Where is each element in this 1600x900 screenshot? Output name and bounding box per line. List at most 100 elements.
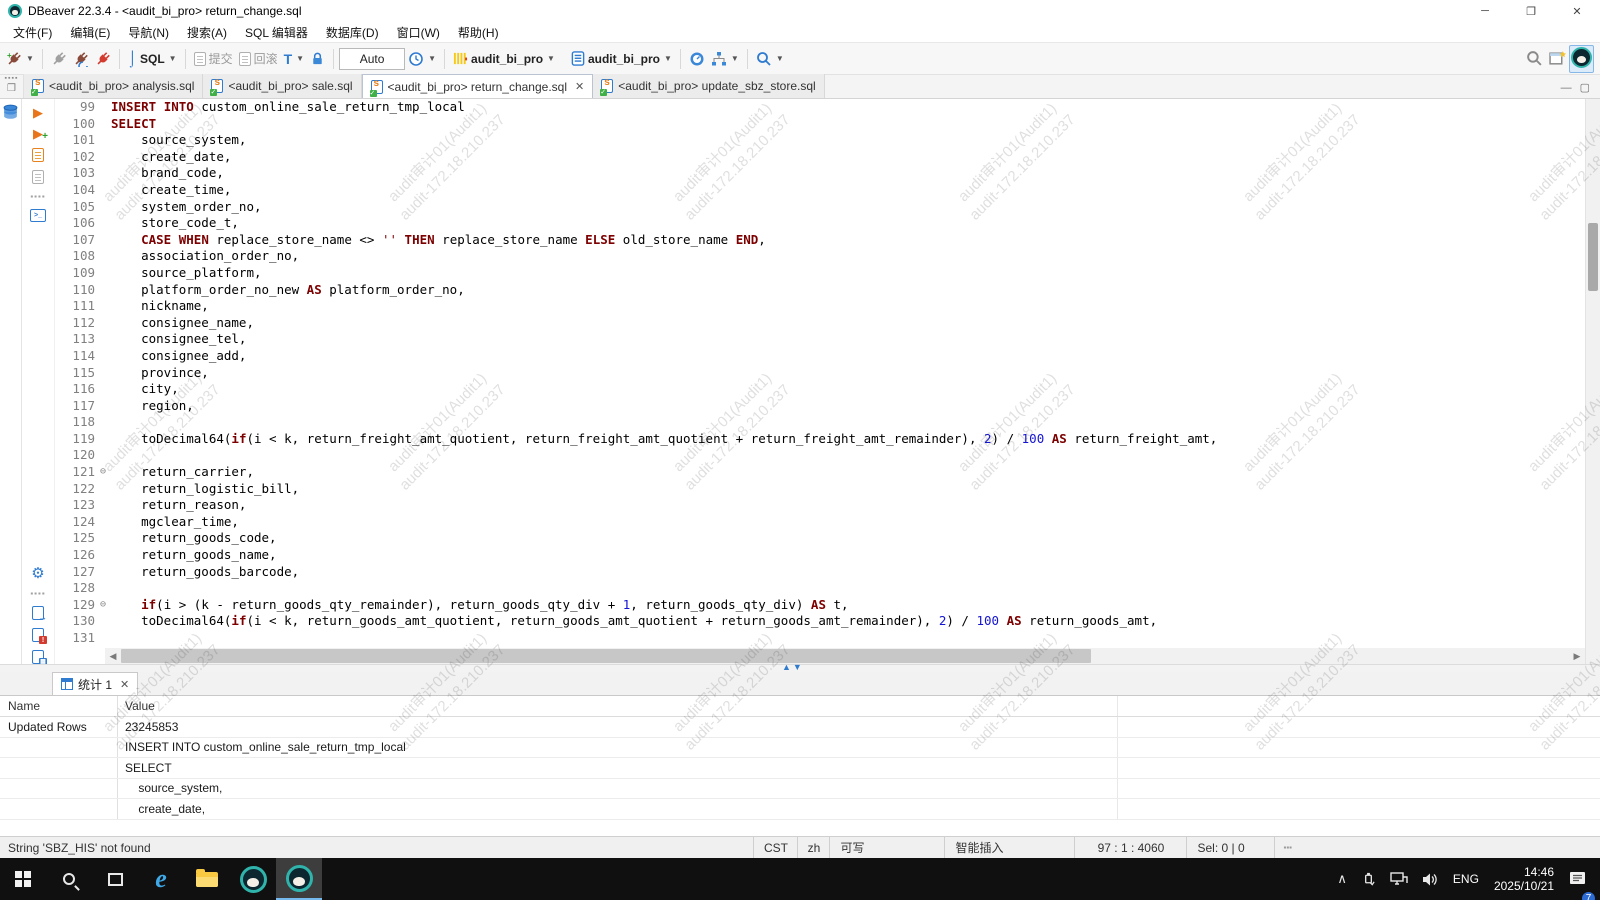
explain-plan-icon[interactable] <box>32 170 44 184</box>
code-editor[interactable]: 99INSERT INTO custom_online_sale_return_… <box>55 99 1585 664</box>
statistics-tab[interactable]: 统计 1 ✕ <box>52 672 138 695</box>
column-header-value[interactable]: Value <box>118 696 1118 716</box>
editor-tab-0[interactable]: <audit_bi_pro> analysis.sql <box>24 74 203 98</box>
close-button[interactable]: ✕ <box>1554 0 1600 22</box>
maximize-view-icon[interactable]: ▢ <box>1580 81 1590 94</box>
code-line[interactable]: 123 return_reason, <box>55 497 1585 514</box>
sash-resize-arrows-icon[interactable]: ▲▼ <box>782 662 804 672</box>
code-line[interactable]: 99INSERT INTO custom_online_sale_return_… <box>55 99 1585 116</box>
code-line[interactable]: 111 nickname, <box>55 298 1585 315</box>
open-perspective-button[interactable] <box>1546 48 1569 69</box>
tray-expand-icon[interactable]: ∧ <box>1330 858 1354 900</box>
code-line[interactable]: 102 create_date, <box>55 149 1585 166</box>
menu-item-3[interactable]: 搜索(A) <box>178 22 236 42</box>
horizontal-scrollbar[interactable]: ◀ ▶ <box>105 648 1585 664</box>
menu-item-6[interactable]: 窗口(W) <box>388 22 449 42</box>
code-line[interactable]: 130 toDecimal64(if(i < k, return_goods_a… <box>55 613 1585 630</box>
table-row[interactable]: INSERT INTO custom_online_sale_return_tm… <box>0 738 1600 759</box>
code-line[interactable]: 119 toDecimal64(if(i < k, return_freight… <box>55 431 1585 448</box>
execute-new-tab-icon[interactable]: ▶ <box>33 127 43 140</box>
code-line[interactable]: 122 return_logistic_bill, <box>55 481 1585 498</box>
table-row[interactable]: source_system, <box>0 779 1600 800</box>
column-header-name[interactable]: Name <box>0 696 118 716</box>
code-line[interactable]: 108 association_order_no, <box>55 248 1585 265</box>
action-center-button[interactable]: 7 <box>1562 858 1600 900</box>
menu-item-1[interactable]: 编辑(E) <box>61 22 119 42</box>
code-line[interactable]: 117 region, <box>55 398 1585 415</box>
structure-button[interactable]: ▼ <box>708 49 742 69</box>
code-line[interactable]: 109 source_platform, <box>55 265 1585 282</box>
code-line[interactable]: 127 return_goods_barcode, <box>55 564 1585 581</box>
code-line[interactable]: 100SELECT <box>55 116 1585 133</box>
taskbar-search-button[interactable] <box>46 858 92 900</box>
table-row[interactable]: create_date, <box>0 799 1600 820</box>
code-line[interactable]: 129⊖ if(i > (k - return_goods_qty_remain… <box>55 597 1585 614</box>
quick-search-button[interactable] <box>1523 48 1546 69</box>
menu-item-2[interactable]: 导航(N) <box>119 22 178 42</box>
menu-item-7[interactable]: 帮助(H) <box>449 22 508 42</box>
dashboard-button[interactable] <box>686 49 708 69</box>
code-line[interactable]: 125 return_goods_code, <box>55 530 1585 547</box>
code-area[interactable]: 99INSERT INTO custom_online_sale_return_… <box>55 99 1585 648</box>
volume-tray-icon[interactable] <box>1415 858 1446 900</box>
reconnect-button[interactable] <box>70 49 92 69</box>
code-line[interactable]: 114 consignee_add, <box>55 348 1585 365</box>
new-connection-button[interactable]: + ▼ <box>3 49 37 69</box>
code-line[interactable]: 128 <box>55 580 1585 597</box>
taskbar-clock[interactable]: 14:46 2025/10/21 <box>1486 865 1562 893</box>
execute-script-icon[interactable] <box>32 148 44 162</box>
commit-mode-select[interactable]: Auto <box>339 48 405 70</box>
code-line[interactable]: 116 city, <box>55 381 1585 398</box>
tab-close-icon[interactable]: ✕ <box>575 80 584 93</box>
code-line[interactable]: 121⊖ return_carrier, <box>55 464 1585 481</box>
table-row[interactable]: Updated Rows23245853 <box>0 717 1600 738</box>
scroll-left-icon[interactable]: ◀ <box>105 651 121 662</box>
code-line[interactable]: 101 source_system, <box>55 132 1585 149</box>
editor-tab-3[interactable]: <audit_bi_pro> update_sbz_store.sql <box>593 74 824 98</box>
code-line[interactable]: 105 system_order_no, <box>55 199 1585 216</box>
disconnect-all-button[interactable] <box>92 49 114 69</box>
panel-sash[interactable]: ▲▼ <box>0 664 1600 672</box>
code-line[interactable]: 110 platform_order_no_new AS platform_or… <box>55 282 1585 299</box>
database-select[interactable]: audit_bi_pro ▼ <box>450 49 558 68</box>
code-line[interactable]: 120 <box>55 447 1585 464</box>
code-line[interactable]: 126 return_goods_name, <box>55 547 1585 564</box>
tab-close-icon[interactable]: ✕ <box>120 678 129 691</box>
code-line[interactable]: 112 consignee_name, <box>55 315 1585 332</box>
code-line[interactable]: 115 province, <box>55 365 1585 382</box>
code-line[interactable]: 113 consignee_tel, <box>55 331 1585 348</box>
dbeaver-taskbar-button-active[interactable] <box>276 858 322 900</box>
rollback-button[interactable]: 回滚 <box>236 48 281 69</box>
scroll-right-icon[interactable]: ▶ <box>1569 651 1585 662</box>
menu-item-4[interactable]: SQL 编辑器 <box>236 22 317 42</box>
usb-tray-icon[interactable] <box>1354 858 1383 900</box>
schema-select[interactable]: audit_bi_pro ▼ <box>568 49 675 68</box>
transaction-log-button[interactable]: ▼ <box>405 49 439 69</box>
fold-marker-icon[interactable]: ⊖ <box>95 464 111 481</box>
vertical-scrollbar[interactable] <box>1585 99 1600 664</box>
code-line[interactable]: 106 store_code_t, <box>55 215 1585 232</box>
settings-gear-icon[interactable]: ⚙ <box>31 566 44 581</box>
file-explorer-button[interactable] <box>184 858 230 900</box>
code-line[interactable]: 131 <box>55 630 1585 647</box>
menu-item-0[interactable]: 文件(F) <box>4 22 61 42</box>
dbeaver-perspective-button[interactable] <box>1569 45 1594 73</box>
code-line[interactable]: 124 mgclear_time, <box>55 514 1585 531</box>
start-button[interactable] <box>0 858 46 900</box>
restore-panel-icon[interactable]: ❒ <box>7 83 16 95</box>
commit-button[interactable]: 提交 <box>191 48 236 69</box>
editor-tab-1[interactable]: <audit_bi_pro> sale.sql <box>203 74 361 98</box>
network-tray-icon[interactable] <box>1383 858 1415 900</box>
code-line[interactable]: 107 CASE WHEN replace_store_name <> '' T… <box>55 232 1585 249</box>
task-view-button[interactable] <box>92 858 138 900</box>
internet-explorer-button[interactable]: e <box>138 858 184 900</box>
database-navigator-icon[interactable] <box>2 104 19 121</box>
fold-marker-icon[interactable]: ⊖ <box>95 597 111 614</box>
hscroll-thumb[interactable] <box>121 649 1091 663</box>
table-row[interactable]: SELECT <box>0 758 1600 779</box>
editor-tab-2[interactable]: <audit_bi_pro> return_change.sql✕ <box>362 74 594 98</box>
minimize-button[interactable]: ─ <box>1462 0 1508 22</box>
script-grid-icon[interactable]: ▦ <box>32 650 44 664</box>
export-script-icon[interactable]: → <box>32 606 44 620</box>
menu-item-5[interactable]: 数据库(D) <box>317 22 388 42</box>
